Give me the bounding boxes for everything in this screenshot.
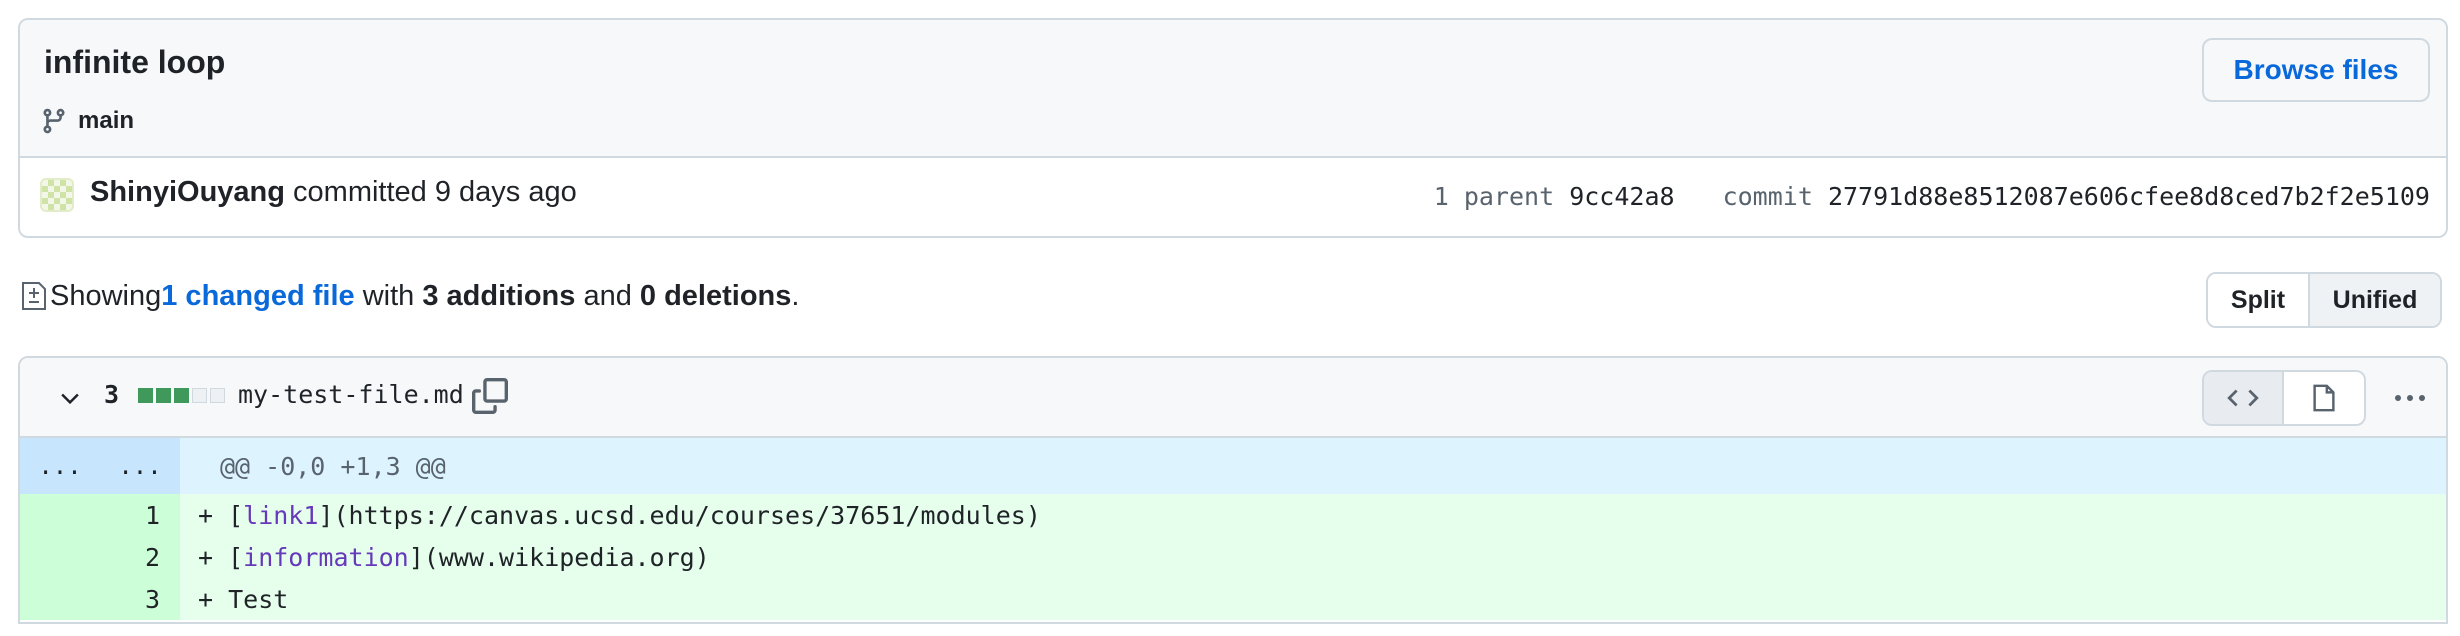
line-suffix: ](www.wikipedia.org) bbox=[408, 542, 710, 572]
diff-table: ... ... @@ -0,0 +1,3 @@ 1 + [link1](http… bbox=[20, 438, 2446, 620]
changed-files-link[interactable]: 1 changed file bbox=[161, 280, 354, 313]
deletions-count: 0 deletions bbox=[639, 279, 792, 312]
link-token: link1 bbox=[243, 500, 319, 530]
additions-count: 3 additions bbox=[422, 279, 576, 312]
old-line-number bbox=[20, 536, 100, 578]
diffstat-block-neutral bbox=[210, 388, 225, 403]
hunk-expand-left[interactable]: ... bbox=[20, 438, 100, 494]
commit-meta-row: ShinyiOuyang committed 9 days ago 1 pare… bbox=[20, 158, 2446, 236]
line-prefix: + [ bbox=[198, 542, 244, 572]
diff-view-toggle: Split Unified bbox=[2206, 272, 2442, 328]
file-name-link[interactable]: my-test-file.md bbox=[238, 380, 464, 409]
diffstat-block-added bbox=[156, 388, 171, 403]
diff-line-added: 1 + [link1](https://canvas.ucsd.edu/cour… bbox=[20, 494, 2446, 536]
commit-header-top: infinite loop main Browse files bbox=[20, 20, 2446, 158]
summary-and: and bbox=[575, 279, 640, 312]
diffstat-block-added bbox=[138, 388, 153, 403]
commit-label: commit bbox=[1722, 182, 1813, 211]
chevron-down-icon[interactable] bbox=[56, 384, 84, 412]
link-token: information bbox=[243, 542, 409, 572]
split-view-button[interactable]: Split bbox=[2208, 274, 2310, 326]
commit-title: infinite loop bbox=[44, 44, 226, 80]
summary-showing: Showing bbox=[50, 279, 162, 312]
diff-line-content: + Test bbox=[180, 578, 288, 620]
new-line-number[interactable]: 1 bbox=[100, 494, 180, 536]
avatar[interactable] bbox=[40, 178, 74, 212]
code-icon bbox=[2227, 389, 2259, 407]
new-line-number[interactable]: 3 bbox=[100, 578, 180, 620]
unified-view-button[interactable]: Unified bbox=[2310, 274, 2440, 326]
file-view-buttons bbox=[2202, 370, 2366, 426]
copy-icon[interactable] bbox=[472, 378, 508, 414]
hunk-expand-right[interactable]: ... bbox=[100, 438, 180, 494]
summary-period: . bbox=[791, 279, 800, 312]
line-suffix: ](https://canvas.ucsd.edu/courses/37651/… bbox=[318, 500, 1041, 530]
diff-line-added: 2 + [information](www.wikipedia.org) bbox=[20, 536, 2446, 578]
parent-label: 1 parent bbox=[1433, 182, 1555, 211]
old-line-number bbox=[20, 494, 100, 536]
more-options-button[interactable] bbox=[2388, 380, 2432, 416]
diffstat-bar bbox=[138, 388, 225, 403]
hunk-header-row: ... ... @@ -0,0 +1,3 @@ bbox=[20, 438, 2446, 494]
diff-line-added: 3 + Test bbox=[20, 578, 2446, 620]
file-header: 3 my-test-file.md bbox=[20, 358, 2446, 438]
view-file-button[interactable] bbox=[2284, 372, 2364, 424]
git-branch-icon bbox=[43, 108, 65, 134]
kebab-horizontal-icon bbox=[2395, 395, 2425, 401]
hunk-header: @@ -0,0 +1,3 @@ bbox=[220, 451, 446, 481]
commit-header: infinite loop main Browse files ShinyiOu… bbox=[18, 18, 2448, 238]
diff-line-content: + [information](www.wikipedia.org) bbox=[180, 536, 710, 578]
browse-files-button[interactable]: Browse files bbox=[2202, 38, 2430, 102]
file-diff: 3 my-test-file.md ... ... @@ -0,0 +1,3 @… bbox=[18, 356, 2448, 624]
parent-sha-link[interactable]: 9cc42a8 bbox=[1569, 182, 1674, 211]
diff-line-content: + [link1](https://canvas.ucsd.edu/course… bbox=[180, 494, 1041, 536]
branch-info[interactable]: main bbox=[40, 104, 134, 138]
view-code-button[interactable] bbox=[2204, 372, 2284, 424]
diffstat-block-neutral bbox=[192, 388, 207, 403]
author-line: ShinyiOuyang committed 9 days ago bbox=[90, 176, 577, 209]
file-changes-count: 3 bbox=[104, 380, 120, 409]
branch-name[interactable]: main bbox=[78, 107, 134, 135]
old-line-number bbox=[20, 578, 100, 620]
summary-with: with bbox=[354, 279, 423, 312]
file-diff-icon bbox=[22, 282, 46, 310]
diffstat-block-added bbox=[174, 388, 189, 403]
author-link[interactable]: ShinyiOuyang bbox=[90, 176, 285, 208]
commit-time: committed 9 days ago bbox=[284, 176, 577, 208]
line-prefix: + [ bbox=[198, 500, 244, 530]
commit-shas: 1 parent 9cc42a8 commit 27791d88e8512087e… bbox=[1434, 182, 2430, 211]
diff-summary: Showing 1 changed file with 3 additions … bbox=[18, 274, 799, 318]
file-icon bbox=[2313, 384, 2335, 412]
commit-sha: 27791d88e8512087e606cfee8d8ced7b2f2e5109 bbox=[1827, 182, 2430, 211]
new-line-number[interactable]: 2 bbox=[100, 536, 180, 578]
line-prefix: + Test bbox=[198, 584, 289, 614]
